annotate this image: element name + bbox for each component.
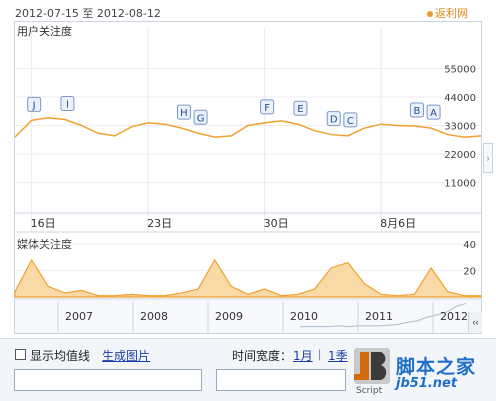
watermark: 脚本之家 jb51.net Script [352, 346, 496, 401]
history-year-label: 2012 [440, 310, 468, 323]
generate-image-link[interactable]: 生成图片 [102, 347, 150, 364]
range-1-quarter-link[interactable]: 1季 [328, 347, 348, 364]
show-average-label[interactable]: 显示均值线 [30, 347, 90, 364]
history-year-label: 2008 [140, 310, 168, 323]
x-tick-label: 23日 [147, 217, 172, 230]
y-tick-label: 55000 [444, 65, 476, 76]
timeline-nav-arrows-icon[interactable]: ‹‹ [468, 312, 482, 332]
time-width-label: 时间宽度： [232, 349, 293, 363]
history-year-label: 2011 [365, 310, 393, 323]
annotation-label: A [430, 108, 437, 119]
annotation-label: F [264, 103, 270, 114]
x-tick-label: 30日 [264, 217, 289, 230]
keyword-input-2[interactable] [216, 369, 346, 391]
jb-logo-icon [354, 348, 390, 384]
range-1-month-link[interactable]: 1月 [293, 347, 313, 364]
watermark-url: jb51.net [396, 376, 458, 391]
media-y-tick-label: 40 [463, 240, 476, 251]
annotation-label: E [297, 104, 303, 115]
keyword-input-1[interactable] [14, 369, 202, 391]
scroll-right-arrow-icon[interactable]: › [483, 143, 493, 173]
trend-chart: 用户关注度 11000 22000 33000 44000 55000 J I H G F E D C B A… [14, 24, 482, 333]
history-year-label: 2010 [290, 310, 318, 323]
annotation-label: I [66, 100, 69, 111]
annotation-label: C [347, 116, 354, 127]
watermark-name: 脚本之家 [396, 356, 477, 378]
y-tick-label: 22000 [444, 150, 476, 161]
user-attention-line [14, 116, 482, 138]
annotation-label: H [180, 108, 188, 119]
media-y-tick-label: 20 [463, 267, 476, 278]
y-tick-label: 44000 [444, 93, 476, 104]
annotation-label: J [32, 100, 36, 111]
watermark-script: Script [356, 386, 383, 396]
x-tick-label: 16日 [31, 217, 56, 230]
history-year-label: 2009 [215, 310, 243, 323]
annotation-label: G [197, 113, 205, 124]
y-tick-label: 33000 [444, 122, 476, 133]
main-chart-title: 用户关注度 [17, 24, 72, 38]
annotation-label: D [330, 115, 338, 126]
annotation-label: B [413, 106, 420, 117]
y-tick-label: 11000 [444, 179, 476, 190]
x-tick-label: 8月6日 [380, 217, 416, 230]
media-attention-area [14, 258, 482, 298]
history-year-label: 2007 [65, 310, 93, 323]
show-average-checkbox[interactable] [15, 349, 26, 360]
range-separator: | [318, 347, 322, 361]
